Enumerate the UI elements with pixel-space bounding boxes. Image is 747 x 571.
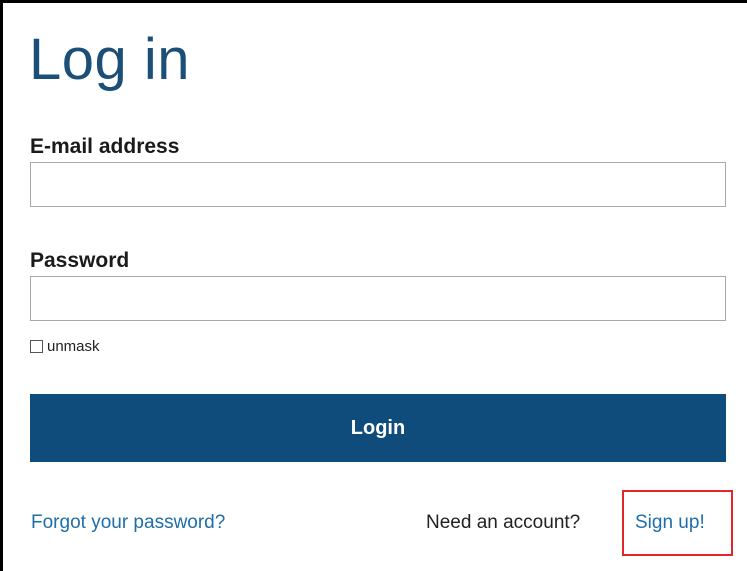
login-button[interactable]: Login	[30, 394, 726, 462]
password-field[interactable]	[30, 276, 726, 321]
email-label: E-mail address	[30, 135, 180, 158]
signup-link[interactable]: Sign up!	[635, 513, 705, 532]
need-account-text: Need an account?	[426, 512, 581, 533]
password-label: Password	[30, 249, 130, 272]
login-panel: Log in E-mail address Password unmask Lo…	[0, 0, 747, 571]
email-field[interactable]	[30, 162, 726, 207]
unmask-checkbox[interactable]	[30, 339, 43, 353]
forgot-password-link[interactable]: Forgot your password?	[31, 513, 225, 532]
unmask-option[interactable]: unmask	[30, 337, 100, 355]
unmask-label[interactable]: unmask	[47, 339, 100, 354]
page-title: Log in	[29, 27, 191, 92]
